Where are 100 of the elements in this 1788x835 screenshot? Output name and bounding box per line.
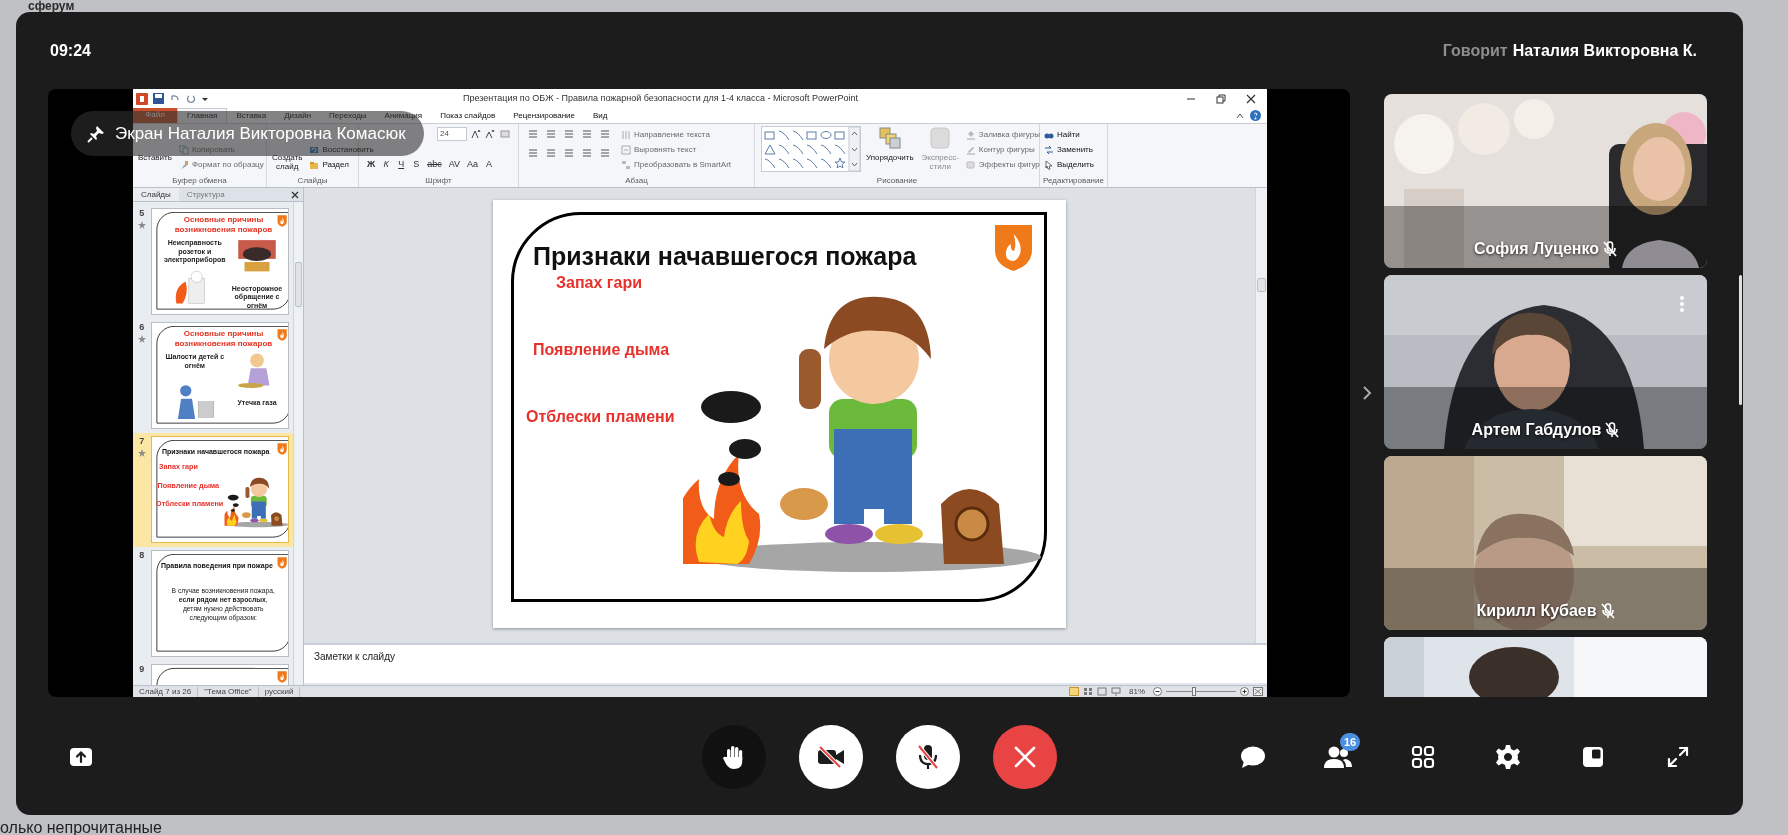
font-size-field[interactable]: 24: [437, 127, 467, 141]
scrollbar[interactable]: [293, 202, 303, 685]
zoom-out-icon: [1153, 687, 1162, 696]
close-icon: [1246, 93, 1256, 104]
ribbon-button[interactable]: Раздел: [307, 157, 351, 172]
ribbon-group-label: Буфер обмена: [171, 175, 228, 187]
ribbon-button[interactable]: Создать слайд: [272, 153, 303, 171]
sorter-view-icon: [1083, 687, 1093, 696]
window-icon: [1581, 745, 1605, 769]
slider-thumb[interactable]: [1192, 687, 1197, 696]
slide-bullet-text: Появление дыма: [533, 340, 670, 360]
close-icon: [1014, 746, 1036, 768]
close-pane-icon: [291, 191, 299, 199]
ribbon-button[interactable]: Заменить: [1042, 142, 1095, 157]
format-button[interactable]: S: [410, 157, 423, 171]
call-time: 09:24: [50, 40, 91, 61]
save-icon: [153, 93, 164, 104]
count-badge: 16: [1340, 733, 1361, 751]
format-button[interactable]: abc: [425, 157, 444, 171]
collapse-ribbon-icon: [1236, 111, 1244, 120]
folder-icon: [309, 159, 320, 170]
ribbon-tab[interactable]: Переходы: [320, 108, 376, 123]
format-button[interactable]: Aa: [465, 157, 480, 171]
replace-icon: [1044, 144, 1054, 155]
ribbon-tab[interactable]: Вид: [584, 108, 617, 123]
fire-badge-icon: [275, 670, 288, 684]
ribbon-tab[interactable]: Дизайн: [275, 108, 321, 123]
ribbon-group-label: Абзац: [624, 175, 649, 187]
pane-tab[interactable]: Структура: [178, 188, 233, 201]
notes-field[interactable]: Заметки к слайду: [304, 645, 1267, 683]
slideshow-icon: [1111, 687, 1121, 696]
slide-title: Основные причины возникновения пожаров: [173, 214, 273, 234]
shapes-gallery[interactable]: [761, 126, 861, 172]
people-icon: [1323, 745, 1353, 769]
slide-thumbnail-row[interactable]: 9: [133, 661, 293, 685]
restore-icon: [1216, 93, 1226, 104]
participant-name: Кирилл Кубаев: [1476, 601, 1597, 621]
stacked-squares-icon: [876, 126, 903, 150]
reading-view-icon: [1097, 687, 1107, 696]
format-button[interactable]: Ж: [365, 157, 378, 171]
participant-name: София Луценко: [1473, 239, 1599, 259]
speaker-name: Наталия Викторовна К.: [1512, 40, 1697, 61]
slide-title: Основные причины возникновения пожаров: [173, 328, 273, 348]
pen-icon: [965, 144, 976, 155]
chevron-right-icon: [1362, 385, 1372, 401]
ribbon-button[interactable]: Вставить: [138, 153, 172, 162]
ribbon-tab[interactable]: Вставка: [227, 108, 276, 123]
normal-view-icon: [1069, 687, 1079, 696]
app-logo-text: сферум: [28, 0, 75, 12]
fit-window-icon: [1253, 687, 1263, 696]
zoom-slider[interactable]: [1166, 687, 1236, 696]
slide-bullet-text: Отблески пламени: [526, 407, 675, 427]
mic-off-icon: [916, 743, 940, 771]
format-button[interactable]: A: [483, 157, 495, 171]
copy-icon: [178, 144, 189, 155]
speaker-label: Говорит: [1442, 40, 1508, 61]
upload-icon: [69, 747, 93, 767]
status-text: Слайд 7 из 26: [133, 686, 199, 697]
gear-icon: [1495, 744, 1521, 770]
ribbon-button[interactable]: Упорядочить: [866, 153, 914, 162]
slide-bullet-text: Запах гари: [556, 273, 642, 293]
fire-badge-icon: [275, 328, 288, 342]
app-logo-icon: [136, 92, 148, 105]
scrollbar-thumb[interactable]: [1739, 275, 1742, 405]
ribbon-button[interactable]: Найти: [1042, 127, 1082, 142]
zoom-in-icon: [1240, 687, 1249, 696]
slide-number: 6: [139, 322, 145, 333]
ribbon-group-label: Рисование: [875, 175, 919, 187]
ribbon-group-label: Шрифт: [424, 175, 453, 187]
ribbon-tab[interactable]: Рецензирование: [504, 108, 585, 123]
fire-badge-icon: [275, 442, 288, 456]
format-button[interactable]: К: [380, 157, 393, 171]
shrink-font-icon: [485, 129, 495, 139]
format-button[interactable]: Ч: [395, 157, 408, 171]
slide-number: 5: [139, 208, 145, 219]
ribbon-group-label: Редактирование: [1042, 175, 1105, 187]
cursor-icon: [1044, 159, 1054, 170]
slide-number: 9: [139, 664, 145, 675]
refresh-icon: [309, 144, 320, 155]
slide-title: Признаки начавшегося пожара: [533, 241, 917, 272]
fire-badge-icon: [275, 556, 288, 570]
ribbon-tab[interactable]: Показ слайдов: [431, 108, 505, 123]
ribbon-button[interactable]: Восстановить: [307, 142, 376, 157]
camera-off-icon: [816, 745, 846, 769]
ribbon-tab[interactable]: Главная: [177, 108, 228, 123]
zoom-level: 81%: [1128, 686, 1146, 697]
pane-tab[interactable]: Слайды: [133, 188, 179, 201]
scrollbar[interactable]: [1255, 188, 1267, 643]
slide-number: 8: [139, 550, 145, 561]
format-button[interactable]: AV: [446, 157, 462, 171]
slide-number: 7: [139, 436, 145, 447]
expand-icon: [1666, 745, 1690, 769]
grid-icon: [1411, 745, 1435, 769]
status-text: "Тема Office": [198, 686, 259, 697]
grow-font-icon: [471, 129, 481, 139]
participant-name: Артем Габдулов: [1471, 420, 1602, 440]
pin-icon: [87, 124, 105, 143]
ribbon-group-label: Слайды: [296, 175, 329, 187]
ribbon-button[interactable]: Выделить: [1042, 157, 1096, 172]
brush-icon: [178, 159, 189, 170]
